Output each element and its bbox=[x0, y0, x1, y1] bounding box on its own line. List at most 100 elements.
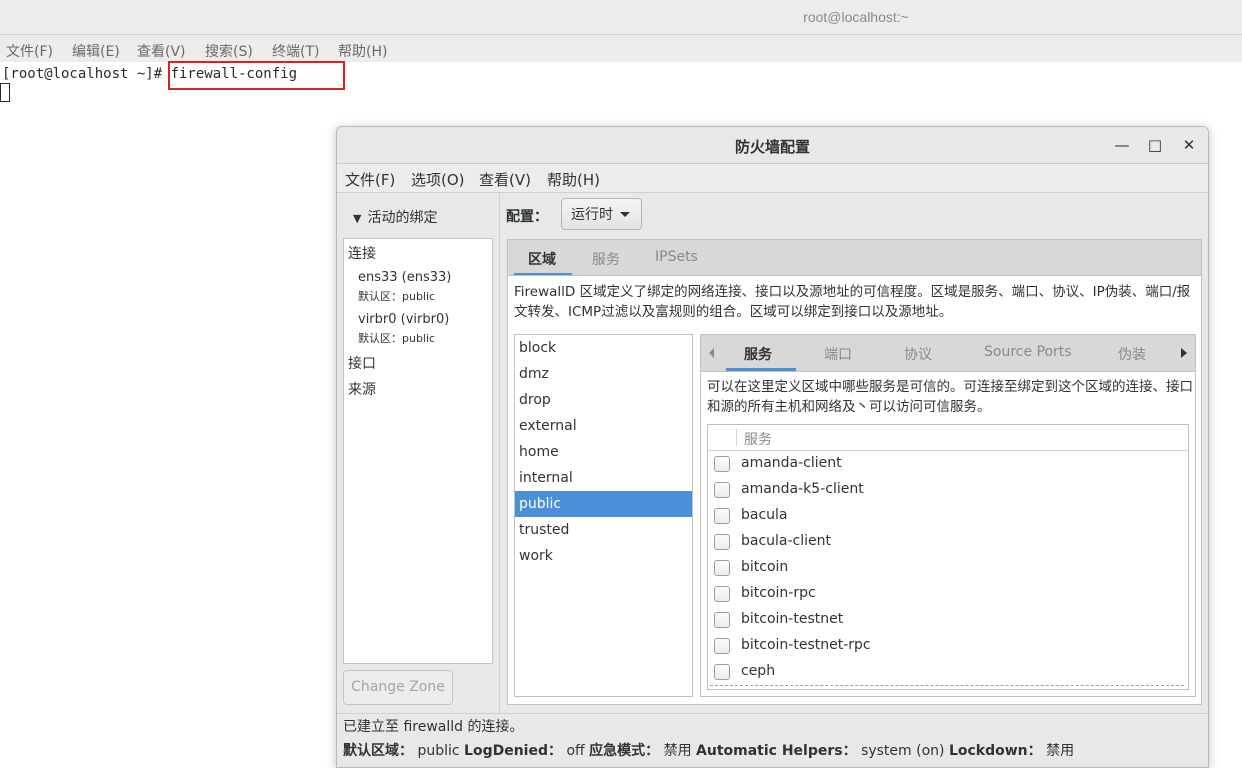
lockdown-value: 禁用 bbox=[1046, 743, 1075, 759]
config-mode-dropdown[interactable]: 运行时 bbox=[561, 198, 642, 230]
zone-description: FirewallD 区域定义了绑定的网络连接、接口以及源地址的可信程度。区域是服… bbox=[514, 284, 1191, 320]
terminal-menu-search[interactable]: 搜索(S) bbox=[205, 41, 253, 61]
zone-item-work[interactable]: work bbox=[515, 543, 692, 569]
zone-settings-panel: 服务 端口 协议 Source Ports 伪装 可以在这里定义区域中哪些服务是… bbox=[700, 334, 1196, 697]
zone-item-internal[interactable]: internal bbox=[515, 465, 692, 491]
bindings-list: 连接 ens33 (ens33) 默认区：public virbr0 (virb… bbox=[343, 238, 493, 664]
close-icon[interactable]: ✕ bbox=[1179, 135, 1199, 155]
service-name: ceph bbox=[741, 663, 776, 679]
chevron-down-icon: ▼ bbox=[353, 212, 362, 225]
log-denied-label: LogDenied： bbox=[464, 743, 562, 759]
bindings-category-sources[interactable]: 来源 bbox=[348, 379, 376, 399]
service-row: bitcoin-testnet-rpc bbox=[708, 633, 1188, 659]
zone-item-trusted[interactable]: trusted bbox=[515, 517, 692, 543]
connection-status: 已建立至 firewalld 的连接。 bbox=[343, 719, 524, 735]
binding-connection-ens33[interactable]: ens33 (ens33) bbox=[358, 270, 451, 285]
service-name: bitcoin-testnet-rpc bbox=[741, 637, 871, 653]
subtab-source-ports[interactable]: Source Ports bbox=[984, 344, 1072, 360]
active-bindings-header[interactable]: ▼ 活动的绑定 bbox=[353, 207, 437, 227]
zone-item-drop[interactable]: drop bbox=[515, 387, 692, 413]
panic-mode-value: 禁用 bbox=[663, 743, 692, 759]
zone-item-external[interactable]: external bbox=[515, 413, 692, 439]
service-checkbox-bacula-client[interactable] bbox=[714, 534, 730, 550]
zones-panel: FirewallD 区域定义了绑定的网络连接、接口以及源地址的可信程度。区域是服… bbox=[507, 275, 1202, 705]
caret-down-icon bbox=[620, 212, 630, 217]
terminal-menu-view[interactable]: 查看(V) bbox=[137, 41, 186, 61]
terminal-titlebar: root@localhost:~ bbox=[0, 0, 1242, 35]
list-end-divider bbox=[710, 685, 1184, 686]
firewall-window-title: 防火墙配置 bbox=[734, 138, 810, 156]
service-checkbox-amanda-client[interactable] bbox=[714, 456, 730, 472]
service-checkbox-bitcoin-testnet[interactable] bbox=[714, 612, 730, 628]
scroll-right-icon[interactable] bbox=[1181, 348, 1187, 358]
service-name: amanda-client bbox=[741, 455, 842, 471]
zone-item-dmz[interactable]: dmz bbox=[515, 361, 692, 387]
zone-item-block[interactable]: block bbox=[515, 335, 692, 361]
firewall-menubar: 文件(F) 选项(O) 查看(V) 帮助(H) bbox=[337, 164, 1208, 193]
default-zone-label: 默认区域： bbox=[343, 743, 413, 759]
binding-connection-virbr0-zone: 默认区：public bbox=[358, 332, 436, 345]
bindings-category-interfaces[interactable]: 接口 bbox=[348, 353, 376, 373]
subtab-ports[interactable]: 端口 bbox=[824, 344, 852, 364]
service-row: bacula-client bbox=[708, 529, 1188, 555]
auto-helpers-label: Automatic Helpers： bbox=[696, 743, 857, 759]
service-row: bitcoin-rpc bbox=[708, 581, 1188, 607]
service-name: bitcoin-testnet bbox=[741, 611, 844, 627]
services-table: 服务 amanda-client amanda-k5-client bacula… bbox=[707, 424, 1189, 690]
services-column-header[interactable]: 服务 bbox=[744, 429, 772, 449]
subtab-protocols[interactable]: 协议 bbox=[904, 344, 932, 364]
service-row: bitcoin-testnet bbox=[708, 607, 1188, 633]
service-checkbox-bitcoin-rpc[interactable] bbox=[714, 586, 730, 602]
service-name: bitcoin bbox=[741, 559, 789, 575]
service-name: bitcoin-rpc bbox=[741, 585, 816, 601]
service-checkbox-amanda-k5-client[interactable] bbox=[714, 482, 730, 498]
service-description: 可以在这里定义区域中哪些服务是可信的。可连接至绑定到这个区域的连接、接口和源的所… bbox=[707, 379, 1193, 415]
maximize-icon[interactable]: □ bbox=[1145, 135, 1165, 155]
service-checkbox-bitcoin-testnet-rpc[interactable] bbox=[714, 638, 730, 654]
fw-menu-view[interactable]: 查看(V) bbox=[479, 169, 531, 190]
main-tabs: 区域 服务 IPSets bbox=[507, 239, 1202, 276]
firewall-titlebar[interactable]: 防火墙配置 — □ ✕ bbox=[337, 127, 1208, 164]
bindings-category-connections[interactable]: 连接 bbox=[348, 243, 376, 263]
lockdown-label: Lockdown： bbox=[948, 743, 1042, 759]
config-mode-value: 运行时 bbox=[571, 207, 613, 223]
header-separator bbox=[736, 429, 737, 446]
fw-menu-help[interactable]: 帮助(H) bbox=[547, 169, 600, 190]
binding-connection-virbr0[interactable]: virbr0 (virbr0) bbox=[358, 312, 449, 327]
terminal-menu-help[interactable]: 帮助(H) bbox=[338, 41, 387, 61]
service-checkbox-bitcoin[interactable] bbox=[714, 560, 730, 576]
status-details: 默认区域： public LogDenied： off 应急模式： 禁用 Aut… bbox=[343, 740, 1074, 760]
active-bindings-label: 活动的绑定 bbox=[367, 210, 438, 226]
service-name: amanda-k5-client bbox=[741, 481, 864, 497]
zone-list: block dmz drop external home internal pu… bbox=[514, 334, 693, 697]
firewall-statusbar: 已建立至 firewalld 的连接。 默认区域： public LogDeni… bbox=[337, 713, 1208, 767]
service-checkbox-ceph[interactable] bbox=[714, 664, 730, 680]
zone-item-public[interactable]: public bbox=[515, 491, 692, 517]
terminal-prompt: [root@localhost ~]# bbox=[2, 66, 171, 82]
tab-services[interactable]: 服务 bbox=[592, 249, 620, 269]
terminal-menu-file[interactable]: 文件(F) bbox=[6, 41, 53, 61]
fw-menu-options[interactable]: 选项(O) bbox=[411, 169, 465, 190]
minimize-icon[interactable]: — bbox=[1112, 135, 1132, 155]
tab-zones[interactable]: 区域 bbox=[528, 249, 556, 269]
terminal-menu-terminal[interactable]: 终端(T) bbox=[272, 41, 319, 61]
service-row: ceph bbox=[708, 659, 1188, 685]
services-table-header: 服务 bbox=[708, 425, 1188, 451]
service-name: bacula bbox=[741, 507, 788, 523]
default-zone-value: public bbox=[417, 743, 460, 759]
zone-item-home[interactable]: home bbox=[515, 439, 692, 465]
terminal-menubar: 文件(F) 编辑(E) 查看(V) 搜索(S) 终端(T) 帮助(H) bbox=[0, 35, 1242, 62]
panic-mode-label: 应急模式： bbox=[589, 743, 660, 759]
binding-connection-ens33-zone: 默认区：public bbox=[358, 290, 436, 303]
tab-ipsets[interactable]: IPSets bbox=[655, 249, 698, 265]
scroll-left-icon[interactable] bbox=[709, 348, 714, 358]
change-zone-button[interactable]: Change Zone bbox=[343, 670, 453, 705]
fw-menu-file[interactable]: 文件(F) bbox=[345, 169, 395, 190]
terminal-menu-edit[interactable]: 编辑(E) bbox=[72, 41, 120, 61]
service-name: bacula-client bbox=[741, 533, 832, 549]
service-row: amanda-client bbox=[708, 451, 1188, 477]
subtab-services[interactable]: 服务 bbox=[744, 344, 772, 364]
subtab-masquerade[interactable]: 伪装 bbox=[1118, 344, 1146, 364]
service-row: bitcoin bbox=[708, 555, 1188, 581]
service-checkbox-bacula[interactable] bbox=[714, 508, 730, 524]
